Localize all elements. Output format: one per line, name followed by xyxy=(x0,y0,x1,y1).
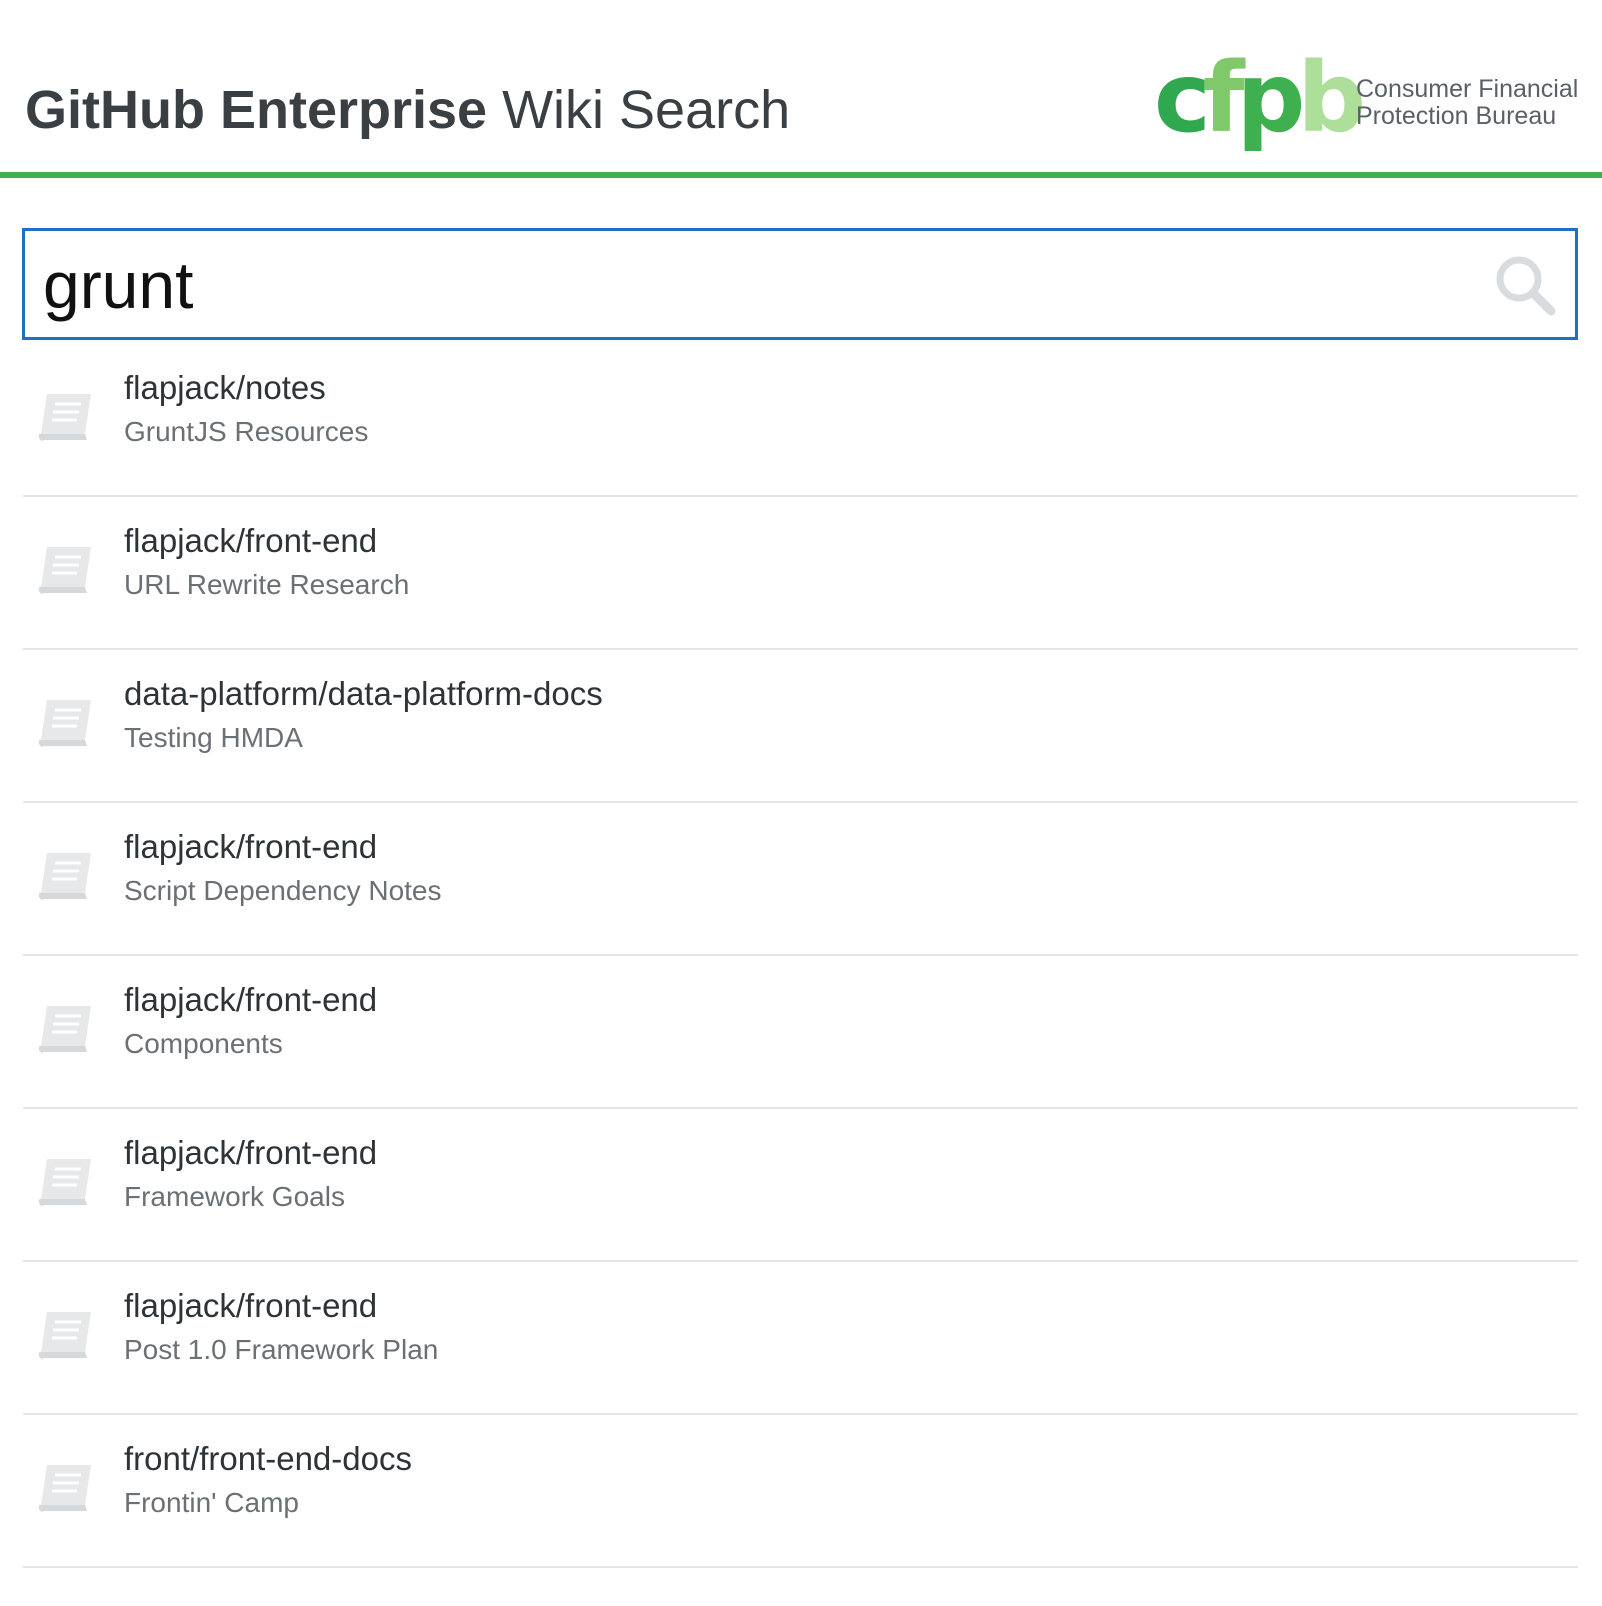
book-icon xyxy=(37,696,97,750)
search-result[interactable]: data-platform/data-platform-docs Testing … xyxy=(23,650,1578,803)
result-repo-name[interactable]: flapjack/front-end xyxy=(124,980,377,1020)
result-page-name[interactable]: Testing HMDA xyxy=(124,720,303,756)
logo-letter-f: f xyxy=(1202,42,1245,154)
result-repo-name[interactable]: flapjack/front-end xyxy=(124,521,377,561)
result-page-name[interactable]: Post 1.0 Framework Plan xyxy=(124,1332,438,1368)
page-title: GitHub Enterprise Wiki Search xyxy=(25,78,790,142)
search-icon[interactable] xyxy=(1493,253,1557,317)
search-result[interactable]: front/front-end-docs Frontin' Camp xyxy=(23,1415,1578,1568)
search-result[interactable]: flapjack/front-end Framework Goals xyxy=(23,1109,1578,1262)
search-box[interactable] xyxy=(22,228,1578,340)
search-result[interactable]: flapjack/front-end URL Rewrite Research xyxy=(23,497,1578,650)
result-repo-name[interactable]: flapjack/notes xyxy=(124,368,326,408)
search-result[interactable]: flapjack/notes GruntJS Resources xyxy=(23,344,1578,497)
page-title-light: Wiki Search xyxy=(487,80,791,140)
search-results-list: flapjack/notes GruntJS Resources flapjack/… xyxy=(23,344,1578,1568)
result-page-name[interactable]: Components xyxy=(124,1026,283,1062)
book-icon xyxy=(37,543,97,597)
cfpb-logo[interactable]: cfpb Consumer Financial Protection Burea… xyxy=(1154,48,1594,148)
page-title-strong: GitHub Enterprise xyxy=(25,80,488,140)
logo-letter-p: p xyxy=(1236,42,1306,154)
result-page-name[interactable]: Framework Goals xyxy=(124,1179,345,1215)
result-page-name[interactable]: URL Rewrite Research xyxy=(124,567,409,603)
result-repo-name[interactable]: flapjack/front-end xyxy=(124,827,377,867)
result-page-name[interactable]: Frontin' Camp xyxy=(124,1485,299,1521)
book-icon xyxy=(37,1461,97,1515)
book-icon xyxy=(37,1308,97,1362)
book-icon xyxy=(37,1155,97,1209)
logo-letter-b: b xyxy=(1297,42,1366,154)
logo-letter-c: c xyxy=(1154,42,1211,154)
book-icon xyxy=(37,390,97,444)
result-repo-name[interactable]: data-platform/data-platform-docs xyxy=(124,674,603,714)
search-input[interactable] xyxy=(43,239,1463,331)
result-repo-name[interactable]: front/front-end-docs xyxy=(124,1439,412,1479)
logo-text-line1: Consumer Financial xyxy=(1356,75,1579,103)
search-result[interactable]: flapjack/front-end Components xyxy=(23,956,1578,1109)
cfpb-logo-text: Consumer Financial Protection Bureau xyxy=(1356,76,1578,130)
book-icon xyxy=(37,849,97,903)
logo-text-line2: Protection Bureau xyxy=(1356,102,1557,130)
result-page-name[interactable]: GruntJS Resources xyxy=(124,414,368,450)
cfpb-logo-mark: cfpb xyxy=(1154,48,1366,148)
result-page-name[interactable]: Script Dependency Notes xyxy=(124,873,442,909)
book-icon xyxy=(37,1002,97,1056)
page-header: GitHub Enterprise Wiki Search cfpb Consu… xyxy=(0,0,1602,178)
search-result[interactable]: flapjack/front-end Script Dependency Note… xyxy=(23,803,1578,956)
search-result[interactable]: flapjack/front-end Post 1.0 Framework Pla… xyxy=(23,1262,1578,1415)
result-repo-name[interactable]: flapjack/front-end xyxy=(124,1286,377,1326)
result-repo-name[interactable]: flapjack/front-end xyxy=(124,1133,377,1173)
